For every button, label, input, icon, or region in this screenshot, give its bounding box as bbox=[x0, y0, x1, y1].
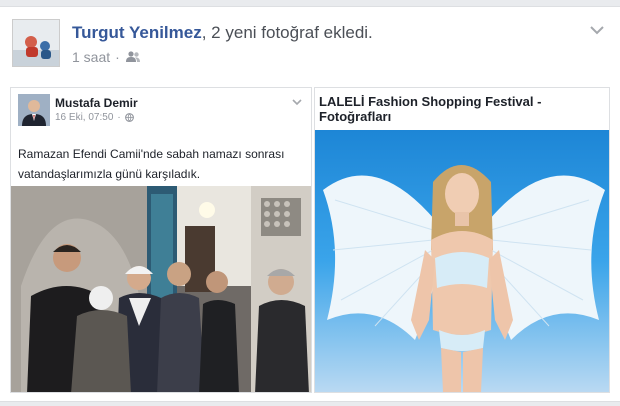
meta-separator: · bbox=[117, 112, 121, 123]
article-title[interactable]: LALELİ Fashion Shopping Festival - Fotoğ… bbox=[319, 94, 607, 124]
chevron-down-icon[interactable] bbox=[588, 21, 606, 39]
story-meta: 1 saat · bbox=[72, 49, 141, 65]
shared-post-text: Ramazan Efendi Camii'nde sabah namazı so… bbox=[18, 144, 308, 184]
shared-post-text-line: Ramazan Efendi Camii'nde sabah namazı so… bbox=[18, 147, 285, 161]
shared-author-name[interactable]: Mustafa Demir bbox=[55, 96, 138, 110]
story-action-text: , 2 yeni fotoğraf ekledi. bbox=[201, 23, 373, 42]
author-name-link[interactable]: Turgut Yenilmez bbox=[72, 23, 202, 42]
chevron-down-icon[interactable] bbox=[291, 96, 303, 108]
mosque-photo[interactable] bbox=[11, 186, 311, 392]
story-timestamp[interactable]: 1 saat bbox=[72, 49, 110, 65]
shared-post-meta: 16 Eki, 07:50 · bbox=[55, 112, 134, 123]
shared-post-text-line: vatandaşlarımızla günü karşıladık. bbox=[18, 167, 201, 181]
friends-icon[interactable] bbox=[125, 51, 141, 63]
author-avatar[interactable] bbox=[12, 19, 60, 67]
shared-post[interactable]: Mustafa Demir 16 Eki, 07:50 · Ramazan Ef… bbox=[10, 87, 312, 393]
shared-post-date[interactable]: 16 Eki, 07:50 bbox=[55, 112, 113, 123]
article-attachment[interactable]: LALELİ Fashion Shopping Festival - Fotoğ… bbox=[314, 87, 610, 393]
shared-author-avatar[interactable] bbox=[18, 94, 50, 126]
globe-icon bbox=[124, 113, 134, 122]
meta-separator: · bbox=[115, 49, 120, 65]
runway-photo[interactable] bbox=[315, 130, 609, 392]
feed-story: Turgut Yenilmez, 2 yeni fotoğraf ekledi.… bbox=[0, 6, 620, 402]
story-headline: Turgut Yenilmez, 2 yeni fotoğraf ekledi. bbox=[72, 23, 373, 43]
